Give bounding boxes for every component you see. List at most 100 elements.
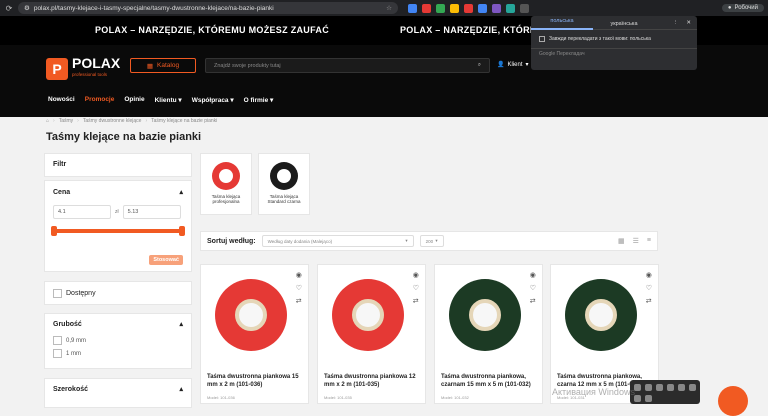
- product-image: [215, 279, 287, 351]
- site-logo[interactable]: P POLAX professional tools: [46, 56, 120, 81]
- nav-item-klientu[interactable]: Klientu ▾: [155, 96, 182, 104]
- slider-handle-min[interactable]: [51, 226, 57, 236]
- available-label: Dostępny: [66, 289, 96, 297]
- breadcrumb: ⌂ › Taśmy › Taśmy dwustronne klejące › Taśm…: [46, 118, 218, 124]
- page-title: Taśmy klejące na bazie pianki: [46, 131, 202, 143]
- compare-icon[interactable]: ⇄: [296, 297, 302, 305]
- quick-view-icon[interactable]: ◉: [646, 271, 652, 279]
- tray-icon[interactable]: [645, 384, 652, 391]
- thickness-checkbox[interactable]: [53, 336, 62, 345]
- product-name[interactable]: Taśma dwustronna piankowa, czarnam 15 mm…: [441, 373, 537, 389]
- product-card[interactable]: ◉ ♡ ⇄ Taśma dwustronna piankowa, czarnam 1…: [434, 264, 543, 404]
- nav-item-nowosci[interactable]: Nowości: [48, 96, 75, 104]
- extension-icon[interactable]: [478, 3, 487, 13]
- price-to-input[interactable]: 5.13: [122, 205, 181, 219]
- quick-view-icon[interactable]: ◉: [296, 271, 302, 279]
- extension-icon[interactable]: [464, 3, 473, 13]
- per-page-select[interactable]: 200 ▾: [419, 235, 444, 247]
- category-tile[interactable]: Taśma klejąca Standard czarna: [258, 153, 310, 215]
- thickness-option: 1 mm: [66, 351, 81, 358]
- breadcrumb-current: Taśmy klejące na bazie pianki: [151, 118, 218, 124]
- search-placeholder: Znajdź swoje produkty tutaj: [214, 62, 281, 69]
- extension-icon[interactable]: [422, 3, 431, 13]
- thickness-option: 0,9 mm: [66, 338, 87, 345]
- tray-icon[interactable]: [645, 395, 652, 402]
- grid-icon: ▦: [146, 62, 154, 70]
- thickness-checkbox[interactable]: [53, 349, 62, 358]
- account-menu[interactable]: 👤 Klient ▾: [497, 61, 529, 69]
- tab-ukrainian[interactable]: українська: [593, 19, 655, 27]
- browser-toolbar: ⟳ ⚙ polax.pl/tasmy-klejace-i-tasmy-specj…: [0, 0, 768, 16]
- thickness-filter: Grubość ▴ 0,9 mm 1 mm: [44, 313, 192, 369]
- main-nav: Nowości Promocje Opinie Klientu ▾ Współp…: [48, 96, 273, 104]
- quick-view-icon[interactable]: ◉: [413, 271, 419, 279]
- available-checkbox[interactable]: [53, 288, 62, 298]
- wishlist-icon[interactable]: ♡: [296, 284, 302, 292]
- chevron-down-icon: ▾: [525, 62, 529, 68]
- compact-view-icon[interactable]: ≡: [647, 237, 651, 245]
- sort-select[interactable]: Według daty dodania (Malejąco) ▾: [261, 235, 414, 247]
- product-name[interactable]: Taśma dwustronna piankowa 12 mm x 2 m (1…: [324, 373, 420, 389]
- chevron-up-icon[interactable]: ▴: [179, 379, 183, 401]
- compare-icon[interactable]: ⇄: [413, 297, 419, 305]
- compare-icon[interactable]: ⇄: [646, 297, 652, 305]
- product-name[interactable]: Taśma dwustronna piankowa 15 mm x 2 m (1…: [207, 373, 303, 389]
- nav-item-o-firmie[interactable]: O firmie ▾: [244, 96, 274, 104]
- search-icon[interactable]: ⌕: [478, 62, 481, 69]
- category-tile[interactable]: Taśma klejąca profesjonalna: [200, 153, 252, 215]
- price-separator: zł: [115, 209, 119, 215]
- tab-polish[interactable]: польська: [531, 16, 593, 30]
- tray-icon[interactable]: [634, 395, 641, 402]
- price-label: Cena: [53, 189, 71, 196]
- product-card[interactable]: ◉ ♡ ⇄ Taśma dwustronna piankowa 12 mm x 2 …: [317, 264, 426, 404]
- chevron-up-icon[interactable]: ▴: [179, 181, 183, 205]
- tray-icon[interactable]: [634, 384, 641, 391]
- extensions-bar: [408, 3, 529, 13]
- reload-icon[interactable]: ⟳: [4, 4, 14, 13]
- breadcrumb-item[interactable]: Taśmy: [59, 118, 73, 124]
- search-input[interactable]: Znajdź swoje produkty tutaj ⌕: [205, 58, 490, 73]
- compare-icon[interactable]: ⇄: [530, 297, 536, 305]
- user-icon: 👤: [497, 62, 505, 68]
- extension-icon[interactable]: [436, 3, 445, 13]
- extension-icon[interactable]: [408, 3, 417, 13]
- address-bar[interactable]: ⚙ polax.pl/tasmy-klejace-i-tasmy-specjal…: [18, 2, 398, 14]
- tray-icon[interactable]: [656, 384, 663, 391]
- slider-handle-max[interactable]: [179, 226, 185, 236]
- home-icon[interactable]: ⌂: [46, 118, 49, 124]
- tray-icon[interactable]: [667, 384, 674, 391]
- nav-item-promocje[interactable]: Promocje: [85, 96, 115, 104]
- price-from-input[interactable]: 4.1: [53, 205, 111, 219]
- nav-item-opinie[interactable]: Opinie: [124, 96, 144, 104]
- chevron-up-icon[interactable]: ▴: [179, 314, 183, 336]
- site-info-icon[interactable]: ⚙: [24, 4, 30, 12]
- extension-icon[interactable]: [450, 3, 459, 13]
- availability-filter: Dostępny: [44, 281, 192, 305]
- translate-icon[interactable]: [520, 3, 529, 13]
- tray-icon[interactable]: [678, 384, 685, 391]
- bookmark-star-icon[interactable]: ☆: [386, 4, 392, 12]
- list-view-icon[interactable]: ☰: [633, 237, 639, 245]
- always-translate-checkbox[interactable]: [539, 36, 545, 42]
- apply-price-button[interactable]: Stosować: [149, 255, 183, 265]
- wishlist-icon[interactable]: ♡: [530, 284, 536, 292]
- chat-button[interactable]: [718, 386, 748, 416]
- windows-activation-watermark: Активация Windows: [552, 387, 635, 397]
- price-slider[interactable]: [51, 226, 185, 236]
- wishlist-icon[interactable]: ♡: [646, 284, 652, 292]
- quick-view-icon[interactable]: ◉: [530, 271, 536, 279]
- more-options-icon[interactable]: ⋮: [673, 20, 679, 26]
- catalog-button[interactable]: ▦ Katalog: [130, 58, 196, 73]
- extension-icon[interactable]: [506, 3, 515, 13]
- tray-icon[interactable]: [689, 384, 696, 391]
- url-text: polax.pl/tasmy-klejace-i-tasmy-specjalne…: [33, 4, 274, 12]
- grid-view-icon[interactable]: ▦: [618, 237, 625, 245]
- close-icon[interactable]: ✕: [686, 20, 691, 26]
- product-card[interactable]: ◉ ♡ ⇄ Taśma dwustronna piankowa 15 mm x 2 …: [200, 264, 309, 404]
- nav-item-wspolpraca[interactable]: Współpraca ▾: [192, 96, 234, 104]
- wishlist-icon[interactable]: ♡: [413, 284, 419, 292]
- breadcrumb-item[interactable]: Taśmy dwustronne klejące: [83, 118, 142, 124]
- extension-icon[interactable]: [492, 3, 501, 13]
- system-tray: [630, 380, 700, 404]
- profile-button[interactable]: ● Робочий: [721, 4, 764, 12]
